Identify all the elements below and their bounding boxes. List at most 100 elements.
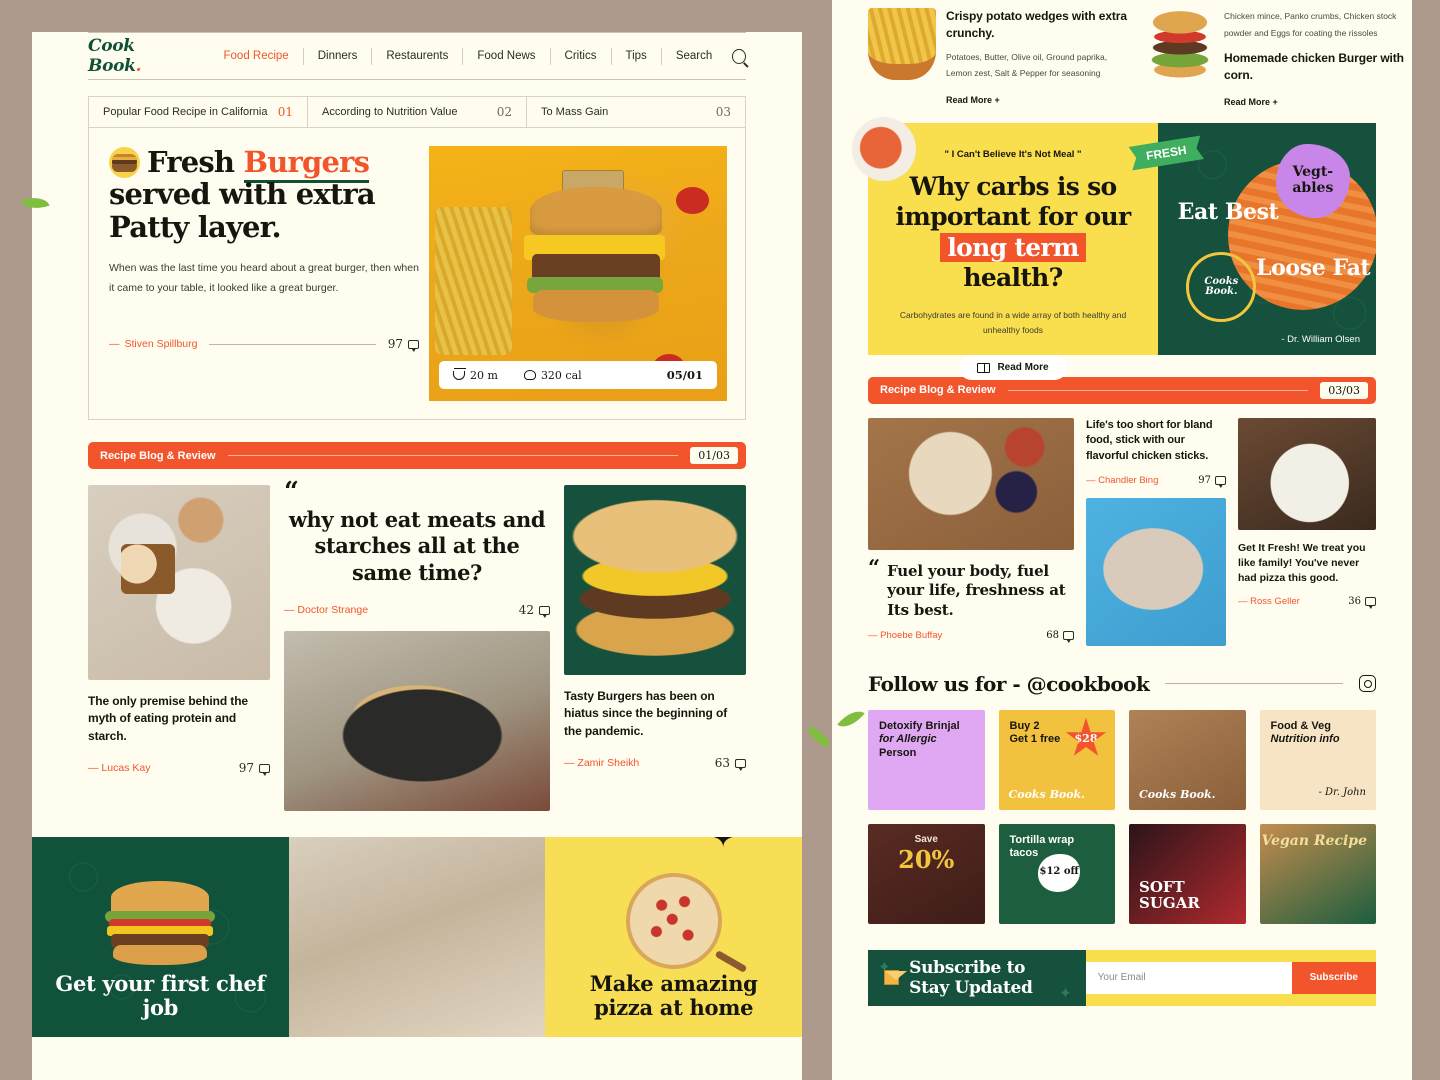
tab-popular-food-recipe[interactable]: Popular Food Recipe in California 01 [89,97,308,127]
eat-best-text: Eat Best [1177,199,1279,226]
ig-card-save-20[interactable]: Save 20% [868,823,985,924]
blog-card-meta: — Ross Geller 36 [1238,596,1376,610]
ig-line-1: Buy 2 [1009,719,1040,732]
blog-card-chicken-sticks[interactable]: Life's too short for bland food, stick w… [1086,418,1226,646]
promo-pizza-at-home[interactable]: ✦ Make amazing pizza at home [545,837,802,1038]
blog-card-meta: — Zamir Sheikh 63 [564,756,746,771]
promo-title: Make amazing pizza at home [589,970,758,1021]
hero-meta: — Stiven Spillburg 97 [109,337,419,352]
search-icon[interactable] [732,48,746,64]
comment-bubble-icon [539,605,550,618]
blog-author: — Zamir Sheikh [564,757,640,770]
promo-chefs-photo[interactable] [288,837,546,1038]
email-input[interactable]: Your Email [1085,961,1292,994]
primary-nav: Food Recipe Dinners Restaurents Food New… [210,47,727,65]
headline-part2: health? [963,263,1063,293]
calories: 320 cal [523,369,582,382]
logo[interactable]: Cook Book. [88,36,184,76]
burger-icon [109,147,140,178]
blog-card-meta: — Phoebe Buffay 68 [868,630,1074,644]
category-tabs: Popular Food Recipe in California 01 Acc… [88,96,746,128]
meta-divider [209,343,376,345]
ig-card-soft-sugar[interactable]: SOFT SUGAR [1129,823,1246,924]
blog-card-pizza[interactable]: Get It Fresh! We treat you like family! … [1238,417,1376,646]
nav-item-food-news[interactable]: Food News [463,50,549,62]
burger-icon [1146,8,1214,80]
nav-item-tips[interactable]: Tips [612,50,661,62]
blog-author-name: Ross Geller [1250,596,1300,608]
tab-nutrition-value[interactable]: According to Nutrition Value 02 [308,97,527,127]
instagram-icon[interactable] [1359,675,1376,693]
comment-number: 36 [1348,596,1361,608]
blog-card-2[interactable]: “ why not eat meats and starches all at … [284,479,550,812]
promo-strip: Get your first chef job ✦ Make amazing p… [32,837,802,1038]
read-more-link[interactable]: Read More + [1224,97,1406,107]
blog-author-name: Zamir Sheikh [577,757,640,770]
read-more-link[interactable]: Read More + [946,95,1128,105]
blog-image-chicken [284,631,550,812]
banner-read-more-button[interactable]: Read More [959,355,1067,381]
hero-author: — Stiven Spillburg [109,338,197,350]
discount-blob: $12 off [1038,853,1081,892]
nav-item-restaurents[interactable]: Restaurents [372,50,462,62]
tomato-image [676,186,710,214]
ig-line-2: Nutrition info [1270,733,1340,746]
blog-comment-count[interactable]: 97 [1198,475,1226,488]
ig-line-1: Food & Veg [1270,719,1332,732]
blog-card-1[interactable]: The only premise behind the myth of eati… [88,485,270,811]
ig-card-vegan-recipe[interactable]: Vegan Recipe [1259,823,1376,924]
recipe-card-ingredients: Potatoes, Butter, Olive oil, Ground papr… [946,51,1108,79]
recipe-card-title: Crispy potato wedges with extra crunchy. [946,9,1127,40]
blog-image-fruit-pizza [868,417,1074,550]
blog-card-fruit-pizza[interactable]: “ Fuel your body, fuel your life, freshn… [868,417,1074,646]
comment-bubble-icon [1215,475,1226,488]
brand-name: SOFT SUGAR [1139,878,1200,912]
blog-comment-count[interactable]: 42 [519,603,550,618]
pizza-illustration [625,873,748,974]
cook-time: 20 m [453,367,498,382]
ig-line-2: Get 1 free [1009,733,1061,746]
recipe-date: 05/01 [666,368,703,382]
blog-comment-count[interactable]: 97 [239,761,270,776]
pizza-disc [625,873,722,970]
page-left: Cook Book. Food Recipe Dinners Restauren… [32,32,802,1080]
envelope-icon [884,970,908,986]
ig-card-detoxify-brinjal[interactable]: Detoxify Brinjal for Allergic Person [868,709,985,810]
subscribe-button[interactable]: Subscribe [1291,961,1376,994]
blog-comment-count[interactable]: 36 [1348,596,1376,610]
bun-top [530,187,662,238]
nav-item-critics[interactable]: Critics [551,50,611,62]
blog-card-3[interactable]: Tasty Burgers has been on hiatus since t… [564,485,746,811]
comment-bubble-icon [1365,597,1376,610]
hero-info-bar: 20 m 320 cal 05/01 [439,361,717,389]
ig-card-nutrition-info[interactable]: Food & Veg Nutrition info - Dr. John [1259,709,1376,810]
hero-comment-count[interactable]: 97 [388,337,419,352]
blog-comment-count[interactable]: 63 [715,756,746,771]
recipe-card-potato-wedges[interactable]: Crispy potato wedges with extra crunchy.… [868,8,1128,107]
blog-section-title: Recipe Blog & Review [100,449,216,462]
recipe-card-chicken-burger[interactable]: Chicken mince, Panko crumbs, Chicken sto… [1146,8,1406,107]
blog-comment-count[interactable]: 68 [1046,630,1074,644]
nav-item-food-recipe[interactable]: Food Recipe [210,50,303,62]
banner-credit: - Dr. William Olsen [1281,333,1360,345]
headline-highlight: long term [940,232,1086,262]
tab-mass-gain[interactable]: To Mass Gain 03 [527,97,745,127]
banner-headline: Why carbs is so important for our long t… [888,172,1138,294]
bun-top [111,881,210,916]
nav-item-search[interactable]: Search [662,50,726,62]
fries-image [434,207,513,356]
blog-card-text: Life's too short for bland food, stick w… [1086,418,1213,462]
follow-divider [1165,683,1343,685]
tab-label: To Mass Gain [541,106,609,118]
ig-card-baking-photo[interactable]: Cooks Book. [1129,709,1246,810]
recipe-card-row: Crispy potato wedges with extra crunchy.… [868,0,1404,107]
vegetables-badge: Vegt-ables [1275,143,1350,218]
quote-mark-icon: “ [868,554,881,580]
blog-quote: Fuel your body, fuel your life, freshnes… [887,561,1066,619]
ig-card-tortilla-tacos[interactable]: Tortilla wrap tacos $12 off [998,823,1115,924]
promo-chef-job[interactable]: Get your first chef job [32,837,289,1038]
blog-section-ribbon-right: Recipe Blog & Review 03/03 [868,376,1376,404]
blog-author-name: Phoebe Buffay [880,630,943,642]
nav-item-dinners[interactable]: Dinners [304,50,372,62]
ig-card-buy2-get1[interactable]: Buy 2 Get 1 free $28 Cooks Book. [998,709,1115,810]
